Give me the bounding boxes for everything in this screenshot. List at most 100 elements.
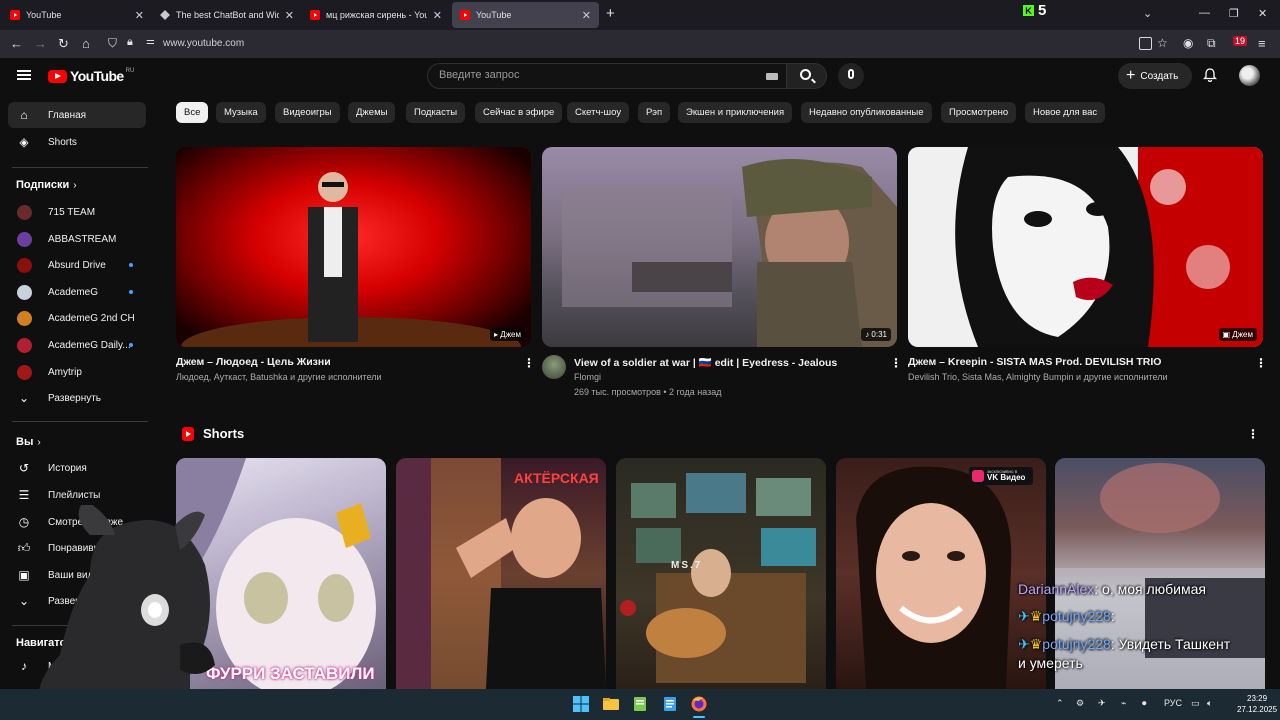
tray-overflow-chevron-icon[interactable]: ⌃ — [1056, 698, 1064, 709]
chip-live[interactable]: Сейчас в эфире — [475, 102, 563, 123]
hamburger-menu-icon[interactable] — [17, 70, 31, 80]
close-tab-icon[interactable]: ✕ — [433, 9, 442, 22]
new-tab-button[interactable]: + — [606, 5, 615, 22]
volume-icon[interactable]: 🔈︎ — [1207, 698, 1212, 709]
browser-tab-active[interactable]: YouTube ✕ — [452, 2, 599, 28]
shield-icon[interactable]: ⛉ — [108, 36, 117, 51]
chip-podcasts[interactable]: Подкасты — [406, 102, 466, 123]
browser-tab[interactable]: YouTube ✕ — [2, 2, 152, 28]
chip-recent[interactable]: Недавно опубликованные — [801, 102, 932, 123]
menu-icon[interactable]: ≡ — [1258, 36, 1266, 51]
sidebar-subscription[interactable]: Absurd Drive — [8, 252, 146, 278]
sidebar-expand-subscriptions[interactable]: ⌄ Развернуть — [8, 385, 146, 411]
subscriptions-header[interactable]: Подписки › — [16, 179, 77, 191]
chip-sketch[interactable]: Скетч-шоу — [567, 102, 630, 123]
video-thumbnail[interactable]: ♪ 0:31 — [542, 147, 897, 347]
video-title[interactable]: Джем – Людоед - Цель Жизни — [176, 356, 331, 368]
short-thumbnail[interactable]: MS.7 — [616, 458, 826, 689]
sidebar-subscription[interactable]: AcademeG — [8, 279, 146, 305]
sidebar-subscription[interactable]: AcademeG 2nd CH — [8, 305, 146, 331]
browser-tab[interactable]: мц рижская сирень - YouTube ✕ — [302, 2, 450, 28]
sidebar-item-history[interactable]: ↺ История — [8, 455, 146, 481]
short-thumbnail[interactable]: эксклюзивно в VK Видео — [836, 458, 1046, 689]
new-content-dot — [129, 263, 133, 267]
tab-list-chevron-icon[interactable]: ⌄ — [1143, 7, 1152, 20]
video-thumbnail[interactable]: ▸ Джем — [176, 147, 531, 347]
back-button[interactable]: ← — [10, 36, 23, 51]
telegram-icon[interactable]: ✈ — [1098, 698, 1106, 709]
more-options-icon[interactable]: ⋮ — [890, 356, 902, 370]
steam-icon[interactable]: ⚙ — [1076, 698, 1084, 709]
sidebar-subscription[interactable]: 715 TEAM — [8, 199, 146, 225]
create-button[interactable]: + Создать — [1118, 63, 1192, 89]
extensions-icon[interactable]: ⧉ — [1207, 36, 1216, 51]
sidebar-item-home[interactable]: ⌂ Главная — [8, 102, 146, 128]
file-explorer-icon[interactable] — [603, 696, 619, 712]
short-thumbnail[interactable]: АКТЁРСКАЯ — [396, 458, 606, 689]
video-title[interactable]: View of a soldier at war | 🇷🇺 edit | Eye… — [574, 356, 837, 369]
search-input[interactable] — [439, 69, 739, 81]
keyboard-icon[interactable] — [766, 73, 778, 80]
chip-music[interactable]: Музыка — [216, 102, 266, 123]
extension-badge[interactable]: 19 — [1233, 36, 1248, 46]
close-tab-icon[interactable]: ✕ — [582, 9, 591, 22]
firefox-icon[interactable] — [691, 696, 707, 712]
video-badge: ▸ Джем — [490, 328, 525, 341]
text-editor-icon[interactable] — [662, 696, 678, 712]
microphone-icon[interactable]: ⏺ — [1142, 698, 1147, 709]
forward-button[interactable]: → — [34, 36, 47, 51]
sidebar-item-shorts[interactable]: ◈ Shorts — [8, 129, 146, 155]
home-icon[interactable]: ⌂ — [82, 36, 90, 51]
search-button[interactable] — [787, 63, 827, 89]
close-tab-icon[interactable]: ✕ — [285, 9, 294, 22]
chip-new-for-you[interactable]: Новое для вас — [1025, 102, 1106, 123]
more-options-icon[interactable]: ⋮ — [523, 356, 535, 370]
voice-search-button[interactable] — [838, 63, 864, 89]
video-channel[interactable]: Flomgi — [574, 372, 601, 382]
chat-message: DariannAlex: о, моя любимая — [1018, 581, 1206, 597]
like-icon: 👍︎ — [17, 540, 31, 555]
account-icon[interactable]: ◉ — [1183, 36, 1193, 50]
close-tab-icon[interactable]: ✕ — [135, 9, 144, 22]
chip-action[interactable]: Экшен и приключения — [678, 102, 793, 123]
browser-nav-bar: ← → ↻ ⌂ ⛉ 🔒︎ ⚌ www.youtube.com ☆ ◉ ⧉ 19 … — [0, 30, 1280, 58]
reader-view-icon[interactable] — [1139, 37, 1152, 50]
search-box[interactable] — [427, 63, 787, 89]
chip-rap[interactable]: Рэп — [638, 102, 671, 123]
avatar[interactable] — [1239, 65, 1260, 86]
sidebar-subscription[interactable]: ABBASTREAM — [8, 226, 146, 252]
sidebar-subscription[interactable]: Amytrip — [8, 359, 146, 385]
chip-videogames[interactable]: Видеоигры — [275, 102, 340, 123]
youtube-logo[interactable]: YouTube RU — [48, 68, 134, 84]
windows-start-icon[interactable] — [573, 696, 589, 712]
notepad-icon[interactable] — [632, 696, 648, 712]
usb-icon[interactable]: ⌁ — [1121, 698, 1126, 709]
you-header[interactable]: Вы › — [16, 436, 41, 448]
chip-jams[interactable]: Джемы — [348, 102, 396, 123]
permissions-icon[interactable]: ⚌ — [146, 36, 155, 47]
more-options-icon[interactable]: ⋮ — [1255, 356, 1267, 370]
reload-button[interactable]: ↻ — [58, 36, 69, 52]
chip-all[interactable]: Все — [176, 102, 209, 123]
video-artists[interactable]: Devilish Trio, Sista Mas, Almighty Bumpi… — [908, 372, 1168, 382]
lock-icon[interactable]: 🔒︎ — [127, 36, 133, 49]
bookmark-star-icon[interactable]: ☆ — [1157, 36, 1168, 50]
browser-tab[interactable]: The best ChatBot and Widgets f ✕ — [152, 2, 302, 28]
taskbar-clock[interactable]: 23:29 27.12.2025 — [1237, 693, 1277, 715]
restore-button[interactable]: ❐ — [1229, 7, 1239, 20]
close-window-button[interactable]: ✕ — [1258, 7, 1267, 20]
chip-watched[interactable]: Просмотрено — [941, 102, 1017, 123]
video-title[interactable]: Джем – Kreepin - SISTA MAS Prod. DEVILIS… — [908, 356, 1161, 368]
language-indicator[interactable]: РУС — [1164, 698, 1182, 708]
sidebar-subscription[interactable]: AcademeG Daily... — [8, 332, 146, 358]
chat-message: ✈︎♛potujny228: Увидеть Ташкент — [1018, 636, 1231, 652]
more-options-icon[interactable]: ⋮ — [1247, 427, 1259, 441]
video-artists[interactable]: Людоед, Ауткаст, Batushka и другие испол… — [176, 372, 382, 382]
network-icon[interactable]: ▭ — [1191, 698, 1200, 709]
short-thumbnail[interactable] — [1055, 458, 1265, 689]
minimize-button[interactable]: — — [1199, 7, 1210, 19]
video-thumbnail[interactable]: ▣ Джем — [908, 147, 1263, 347]
address-bar[interactable]: www.youtube.com — [163, 38, 244, 49]
notifications-bell-icon[interactable] — [1203, 68, 1217, 82]
channel-avatar[interactable] — [542, 355, 566, 379]
